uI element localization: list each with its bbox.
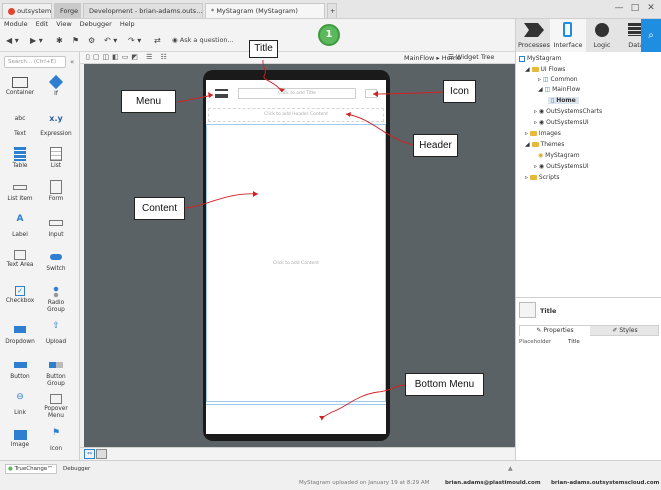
arrow-content bbox=[184, 193, 259, 209]
callout-text: Title bbox=[254, 43, 273, 54]
arrow-icon bbox=[372, 91, 444, 95]
callout-icon: Icon bbox=[443, 80, 476, 103]
arrowhead-icon bbox=[278, 88, 285, 92]
callout-title: Title bbox=[249, 40, 278, 58]
arrowhead-icon bbox=[346, 112, 351, 117]
callout-text: Bottom Menu bbox=[414, 379, 475, 390]
callout-header: Header bbox=[413, 134, 458, 157]
arrow-title bbox=[262, 59, 283, 93]
arrow-header bbox=[345, 113, 414, 146]
arrowhead-icon bbox=[319, 416, 325, 420]
arrowhead-icon bbox=[253, 191, 258, 197]
arrow-bottom-menu bbox=[321, 384, 407, 421]
arrowhead-icon bbox=[373, 91, 378, 97]
callout-text: Content bbox=[141, 203, 178, 214]
callout-text: Icon bbox=[450, 86, 469, 97]
callout-text: Menu bbox=[135, 96, 161, 107]
arrow-menu bbox=[176, 94, 214, 103]
arrowhead-icon bbox=[208, 92, 213, 98]
annotation-arrows bbox=[176, 59, 444, 421]
callout-menu: Menu bbox=[121, 90, 176, 113]
callout-text: Header bbox=[419, 140, 452, 151]
callout-content: Content bbox=[134, 197, 185, 220]
callout-bottom-menu: Bottom Menu bbox=[405, 373, 484, 396]
